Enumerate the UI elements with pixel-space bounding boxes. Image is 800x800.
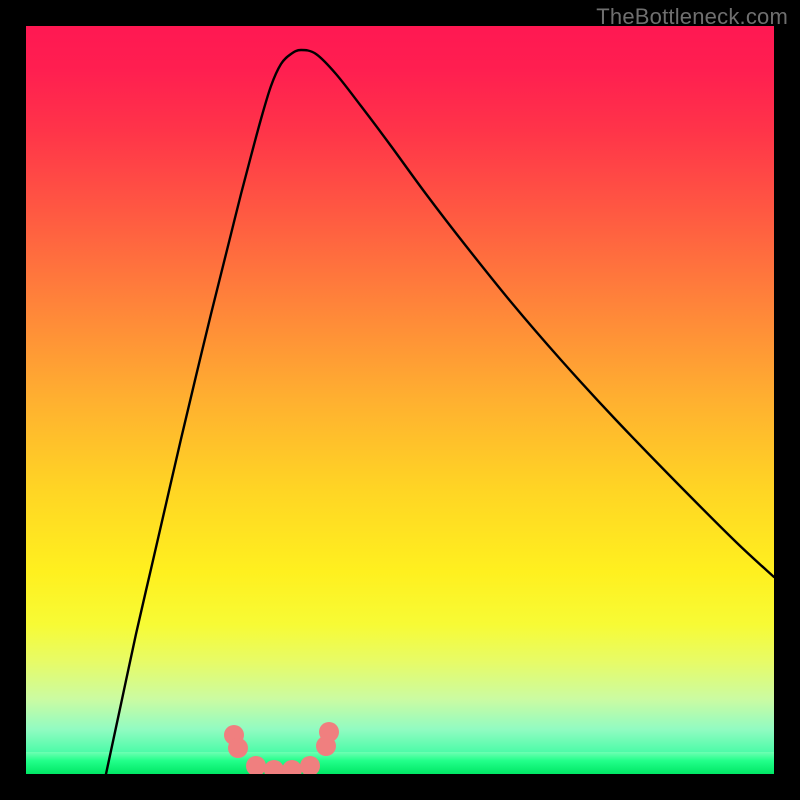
- highlight-dot: [264, 760, 284, 774]
- curve-svg: [26, 26, 774, 774]
- highlight-dot: [319, 722, 339, 742]
- highlight-dot: [228, 738, 248, 758]
- bottleneck-curve: [106, 50, 774, 774]
- highlight-dot: [300, 756, 320, 774]
- highlight-dots: [224, 722, 339, 774]
- highlight-dot: [282, 760, 302, 774]
- watermark-text: TheBottleneck.com: [596, 4, 788, 30]
- plot-area: [26, 26, 774, 774]
- highlight-dot: [246, 756, 266, 774]
- chart-frame: TheBottleneck.com: [0, 0, 800, 800]
